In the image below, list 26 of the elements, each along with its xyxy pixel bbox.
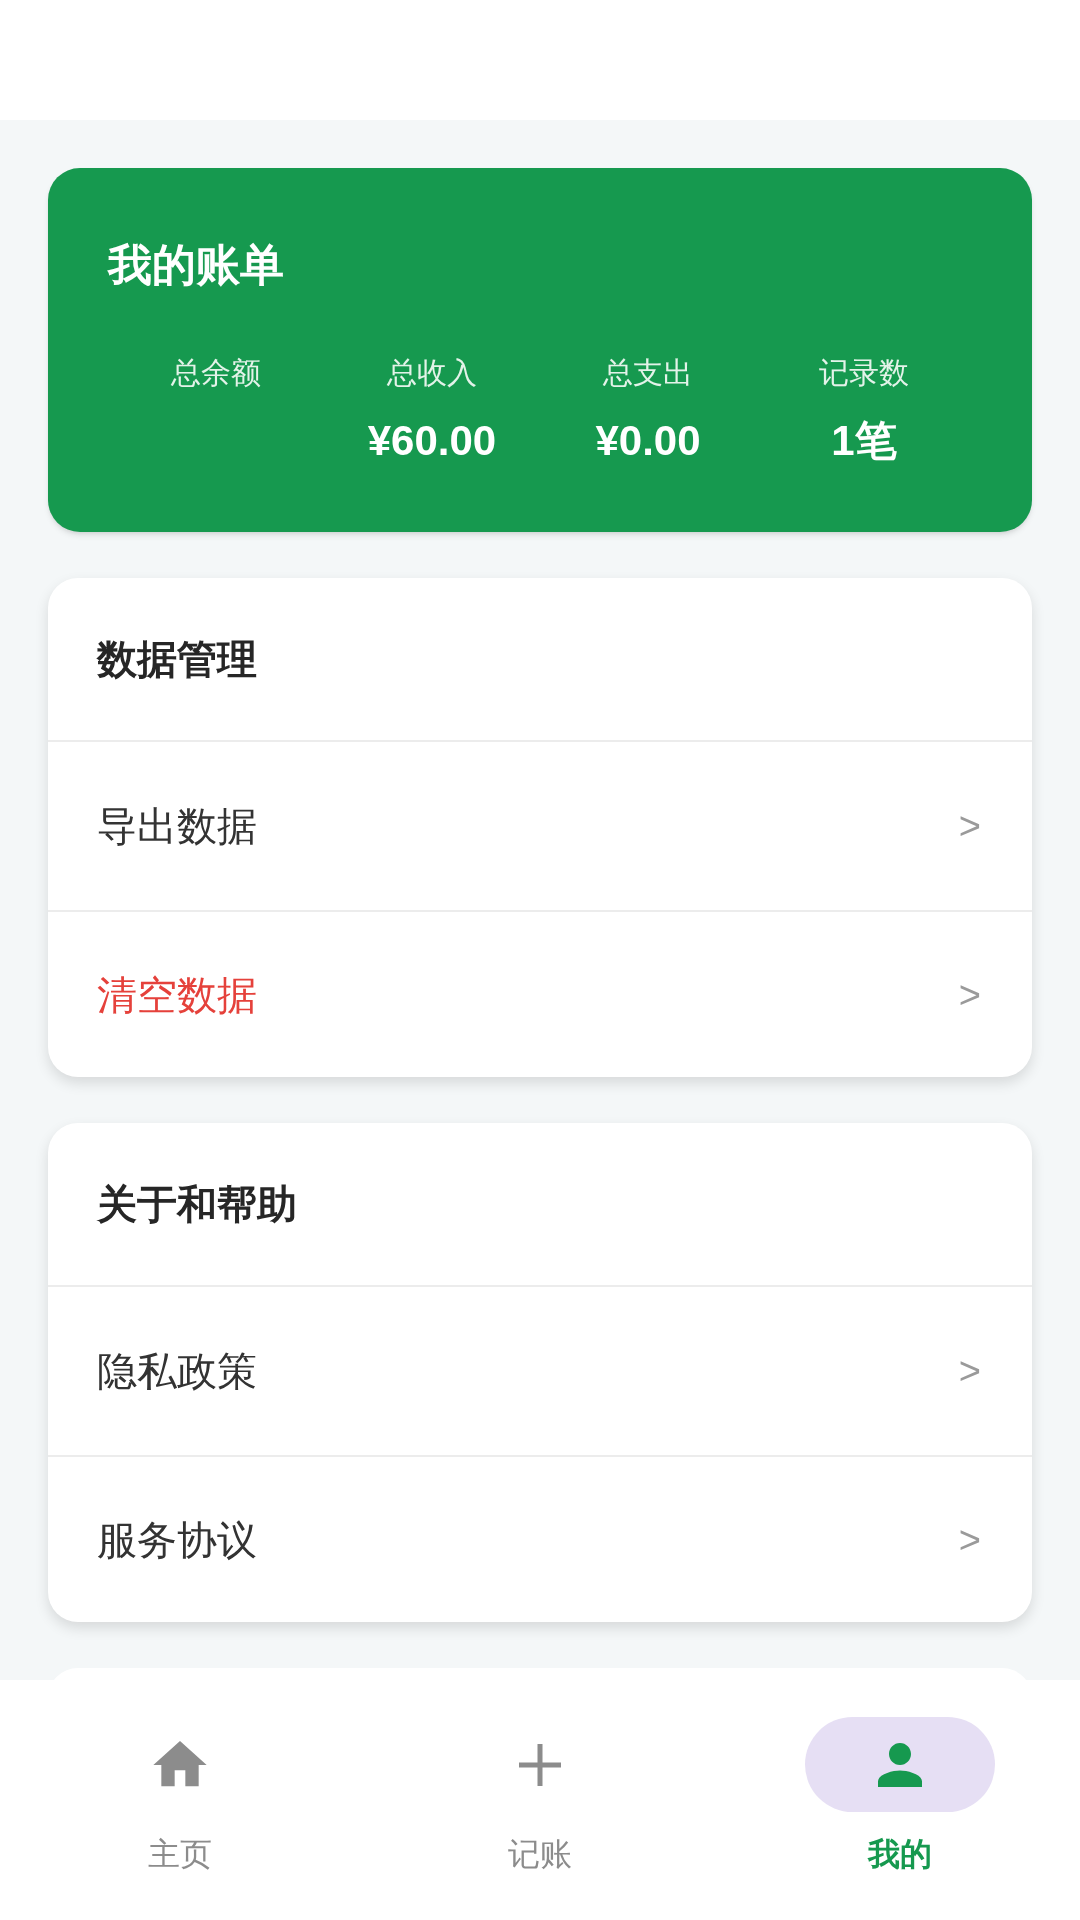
stat-value: 1笔	[831, 416, 897, 466]
chevron-text: >	[958, 804, 981, 848]
chevron-text: >	[958, 972, 981, 1017]
chevron-text: >	[958, 1517, 981, 1562]
section-title: 数据管理	[97, 636, 257, 683]
stat-label: 总支出	[603, 355, 693, 391]
menu-item[interactable]: 导出数据 >	[48, 740, 1032, 910]
section-title: 关于和帮助	[97, 1181, 297, 1228]
chevron-text: >	[958, 1349, 981, 1393]
stat-value: ¥0.00	[595, 416, 701, 466]
stat-label: 总收入	[387, 355, 477, 391]
menu-item[interactable]: 清空数据 >	[48, 910, 1032, 1077]
nav-tab[interactable]: 我的	[720, 1680, 1080, 1920]
menu-item[interactable]: 隐私政策 >	[48, 1285, 1032, 1455]
menu-label: 清空数据	[97, 971, 257, 1019]
menu-item[interactable]: 服务协议 >	[48, 1455, 1032, 1622]
plus-icon	[519, 1743, 561, 1786]
nav-tab[interactable]: 记账	[360, 1680, 720, 1920]
stat-label: 记录数	[819, 355, 909, 391]
menu-label: 服务协议	[97, 1516, 257, 1564]
card-title: 我的账单	[108, 239, 284, 291]
stat-label: 总余额	[171, 355, 261, 391]
menu-label: 隐私政策	[97, 1348, 257, 1395]
stat-value: ¥60.00	[367, 416, 497, 466]
nav-tab[interactable]: 主页	[0, 1680, 360, 1920]
menu-label: 导出数据	[97, 803, 257, 850]
